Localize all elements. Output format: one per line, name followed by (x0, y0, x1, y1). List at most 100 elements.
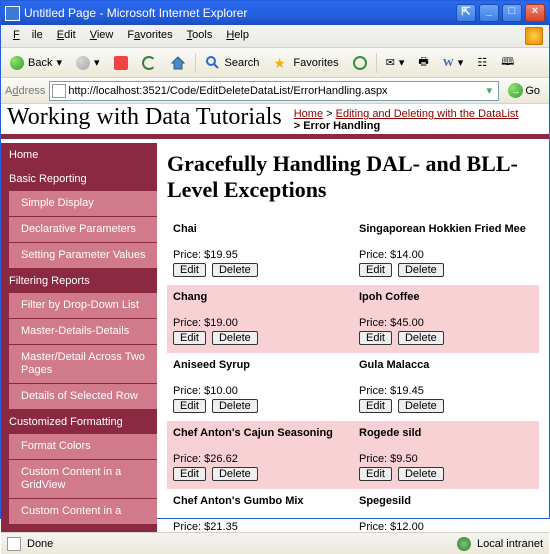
home-button[interactable] (165, 52, 191, 74)
breadcrumb-sep2: > (294, 120, 303, 132)
sidebar-category[interactable]: Customized Formatting (1, 410, 157, 434)
edit-button[interactable]: Edit (359, 399, 392, 413)
product-name: Chef Anton's Gumbo Mix (173, 495, 347, 507)
window-titlebar: Untitled Page - Microsoft Internet Explo… (1, 1, 549, 25)
history-icon (353, 56, 367, 70)
sidebar-item[interactable]: Declarative Parameters (5, 217, 157, 242)
favorites-button[interactable]: ★Favorites (268, 52, 343, 74)
home-icon (170, 55, 186, 71)
window-close-button[interactable]: × (525, 4, 545, 22)
product-price: Price: $12.00 (359, 521, 533, 532)
edit-button[interactable]: Edit (173, 399, 206, 413)
sidebar-item[interactable]: Custom Content in a (5, 499, 157, 524)
product-actions: Edit Delete (173, 331, 347, 345)
go-button[interactable]: → Go (503, 80, 545, 101)
sidebar-item[interactable]: Filter by Drop-Down List (5, 293, 157, 318)
product-actions: Edit Delete (173, 467, 347, 481)
search-button[interactable]: Search (200, 52, 265, 74)
forward-icon (76, 56, 90, 70)
sidebar-item[interactable]: Setting Parameter Values (5, 243, 157, 268)
sidebar-item[interactable]: Master/Detail Across Two Pages (5, 345, 157, 383)
refresh-icon (142, 56, 156, 70)
history-button[interactable] (348, 53, 372, 73)
menu-tools[interactable]: Tools (181, 27, 219, 45)
sidebar-category[interactable]: Home (1, 143, 157, 167)
delete-button[interactable]: Delete (212, 399, 258, 413)
delete-button[interactable]: Delete (212, 331, 258, 345)
product-name: Ipoh Coffee (359, 291, 533, 303)
menu-view[interactable]: View (84, 27, 120, 45)
sidebar-category[interactable]: Filtering Reports (1, 269, 157, 293)
product-name: Spegesild (359, 495, 533, 507)
sidebar-item[interactable]: Format Colors (5, 434, 157, 459)
back-icon (10, 56, 24, 70)
window-maximize-button[interactable]: □ (502, 4, 522, 22)
chevron-down-icon: ▾ (56, 56, 62, 69)
product-price: Price: $19.00 (173, 317, 347, 329)
product-name: Gula Malacca (359, 359, 533, 371)
edit-button[interactable]: Edit (173, 467, 206, 481)
favorites-label: Favorites (293, 57, 338, 69)
mail-button[interactable]: ✉▾ (381, 53, 410, 72)
delete-button[interactable]: Delete (212, 467, 258, 481)
refresh-button[interactable] (137, 53, 161, 73)
product-price: Price: $26.62 (173, 453, 347, 465)
breadcrumb: Home > Editing and Deleting with the Dat… (288, 104, 549, 132)
ie-icon (5, 6, 20, 21)
forward-button[interactable]: ▾ (71, 53, 105, 73)
breadcrumb-section[interactable]: Editing and Deleting with the DataList (336, 108, 519, 120)
research-icon: 🕮 (501, 53, 514, 72)
main-content: Gracefully Handling DAL- and BLL-Level E… (157, 143, 549, 532)
edit-button[interactable]: Edit (359, 263, 392, 277)
breadcrumb-current: Error Handling (303, 120, 380, 132)
window-aux-button[interactable]: ⇱ (456, 4, 476, 22)
menu-favorites[interactable]: Favorites (121, 27, 178, 45)
address-input[interactable] (66, 85, 482, 97)
status-done-icon (7, 537, 21, 551)
sidebar-item[interactable]: Master-Details-Details (5, 319, 157, 344)
product-price: Price: $9.50 (359, 453, 533, 465)
delete-button[interactable]: Delete (212, 263, 258, 277)
page-header-row: Working with Data Tutorials Home > Editi… (1, 104, 549, 132)
menubar: File Edit View Favorites Tools Help (1, 25, 549, 48)
delete-button[interactable]: Delete (398, 399, 444, 413)
edit-button[interactable]: Edit (359, 331, 392, 345)
misc-button-1[interactable]: ☷ (472, 53, 492, 72)
delete-button[interactable]: Delete (398, 467, 444, 481)
product-cell: ChaiPrice: $19.95EditDelete (167, 217, 353, 285)
product-cell: Chef Anton's Gumbo MixPrice: $21.35EditD… (167, 489, 353, 532)
breadcrumb-home[interactable]: Home (294, 108, 323, 120)
delete-button[interactable]: Delete (398, 331, 444, 345)
product-price: Price: $45.00 (359, 317, 533, 329)
product-name: Chang (173, 291, 347, 303)
misc-button-2[interactable]: 🕮 (496, 50, 519, 75)
back-button[interactable]: Back ▾ (5, 53, 67, 73)
product-actions: Edit Delete (173, 399, 347, 413)
delete-button[interactable]: Delete (398, 263, 444, 277)
product-price: Price: $19.95 (173, 249, 347, 261)
address-dropdown-icon[interactable]: ▾ (482, 84, 496, 97)
print-button[interactable]: 🖶 (413, 50, 433, 75)
sidebar-item[interactable]: Custom Content in a GridView (5, 460, 157, 498)
address-input-wrap[interactable]: ▾ (49, 81, 499, 101)
product-cell: Gula MalaccaPrice: $19.45EditDelete (353, 353, 539, 421)
stop-icon (114, 56, 128, 70)
sidebar-item[interactable]: Simple Display (5, 191, 157, 216)
sidebar-category[interactable]: Basic Reporting (1, 167, 157, 191)
menu-file[interactable]: File (7, 27, 49, 45)
edit-button[interactable]: Edit (359, 467, 392, 481)
edit-button[interactable]: Edit (173, 331, 206, 345)
menu-edit[interactable]: Edit (51, 27, 82, 45)
edit-button[interactable]: Edit (173, 263, 206, 277)
header-rule (1, 134, 549, 139)
product-actions: Edit Delete (359, 331, 533, 345)
edit-button[interactable]: W▾ (438, 53, 469, 72)
print-icon: 🖶 (418, 53, 428, 72)
sidebar-item[interactable]: Details of Selected Row (5, 384, 157, 409)
product-cell: Chang Price: $19.00 Edit Delete (167, 285, 353, 353)
feed-icon: ☷ (477, 56, 487, 69)
window-minimize-button[interactable]: _ (479, 4, 499, 22)
status-text: Done (27, 538, 53, 550)
stop-button[interactable] (109, 53, 133, 73)
menu-help[interactable]: Help (220, 27, 255, 45)
